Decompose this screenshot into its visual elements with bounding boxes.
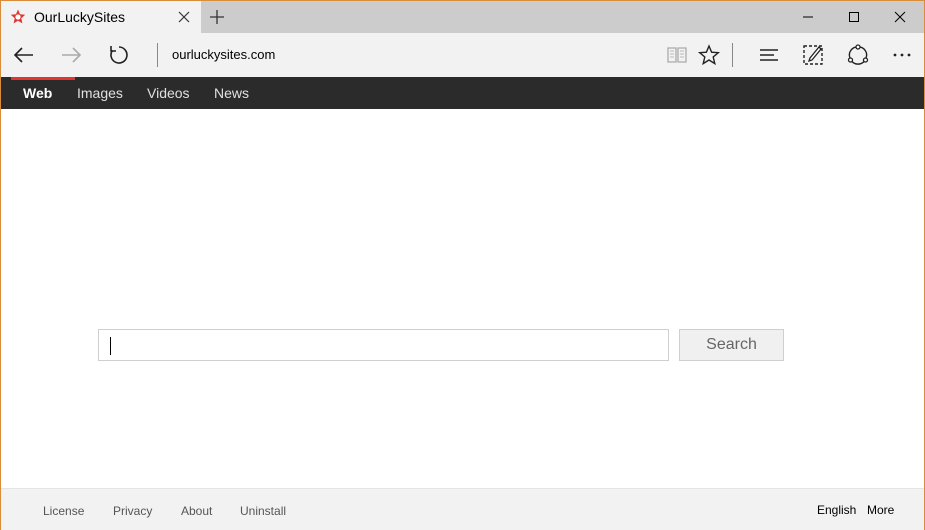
star-icon[interactable] bbox=[697, 43, 721, 67]
footer-link-license[interactable]: License bbox=[43, 504, 84, 518]
close-window-icon[interactable] bbox=[877, 1, 923, 33]
refresh-icon[interactable] bbox=[107, 43, 131, 67]
tab-web[interactable]: Web bbox=[10, 77, 76, 109]
tab-news[interactable]: News bbox=[214, 77, 249, 109]
toolbar-divider bbox=[732, 43, 733, 67]
share-icon[interactable] bbox=[846, 43, 870, 67]
maximize-icon[interactable] bbox=[831, 1, 877, 33]
text-caret bbox=[110, 337, 111, 355]
footer-link-privacy[interactable]: Privacy bbox=[113, 504, 152, 518]
web-note-icon[interactable] bbox=[801, 43, 825, 67]
hub-icon[interactable] bbox=[757, 43, 781, 67]
more-icon[interactable] bbox=[890, 43, 914, 67]
reading-view-icon[interactable] bbox=[665, 43, 689, 67]
site-header: Web Images Videos News bbox=[1, 77, 924, 109]
favicon-icon bbox=[10, 9, 26, 25]
tab-videos[interactable]: Videos bbox=[147, 77, 190, 109]
footer-link-about[interactable]: About bbox=[181, 504, 212, 518]
navigation-bar: ourluckysites.com bbox=[1, 33, 924, 77]
back-icon[interactable] bbox=[12, 43, 36, 67]
browser-tab[interactable]: OurLuckySites bbox=[1, 1, 201, 33]
search-button[interactable]: Search bbox=[679, 329, 784, 361]
title-bar: OurLuckySites bbox=[1, 1, 924, 33]
footer-more-link[interactable]: More bbox=[867, 503, 894, 517]
minimize-icon[interactable] bbox=[785, 1, 831, 33]
address-bar[interactable]: ourluckysites.com bbox=[172, 47, 275, 62]
forward-icon[interactable] bbox=[59, 43, 83, 67]
tab-title: OurLuckySites bbox=[34, 9, 126, 25]
footer: License Privacy About Uninstall English … bbox=[1, 488, 924, 530]
close-tab-icon[interactable] bbox=[177, 10, 191, 24]
language-selector[interactable]: English bbox=[817, 503, 856, 517]
plus-icon[interactable] bbox=[209, 9, 225, 25]
search-input[interactable] bbox=[98, 329, 669, 361]
footer-link-uninstall[interactable]: Uninstall bbox=[240, 504, 286, 518]
tab-images[interactable]: Images bbox=[77, 77, 123, 109]
address-divider bbox=[157, 43, 158, 67]
